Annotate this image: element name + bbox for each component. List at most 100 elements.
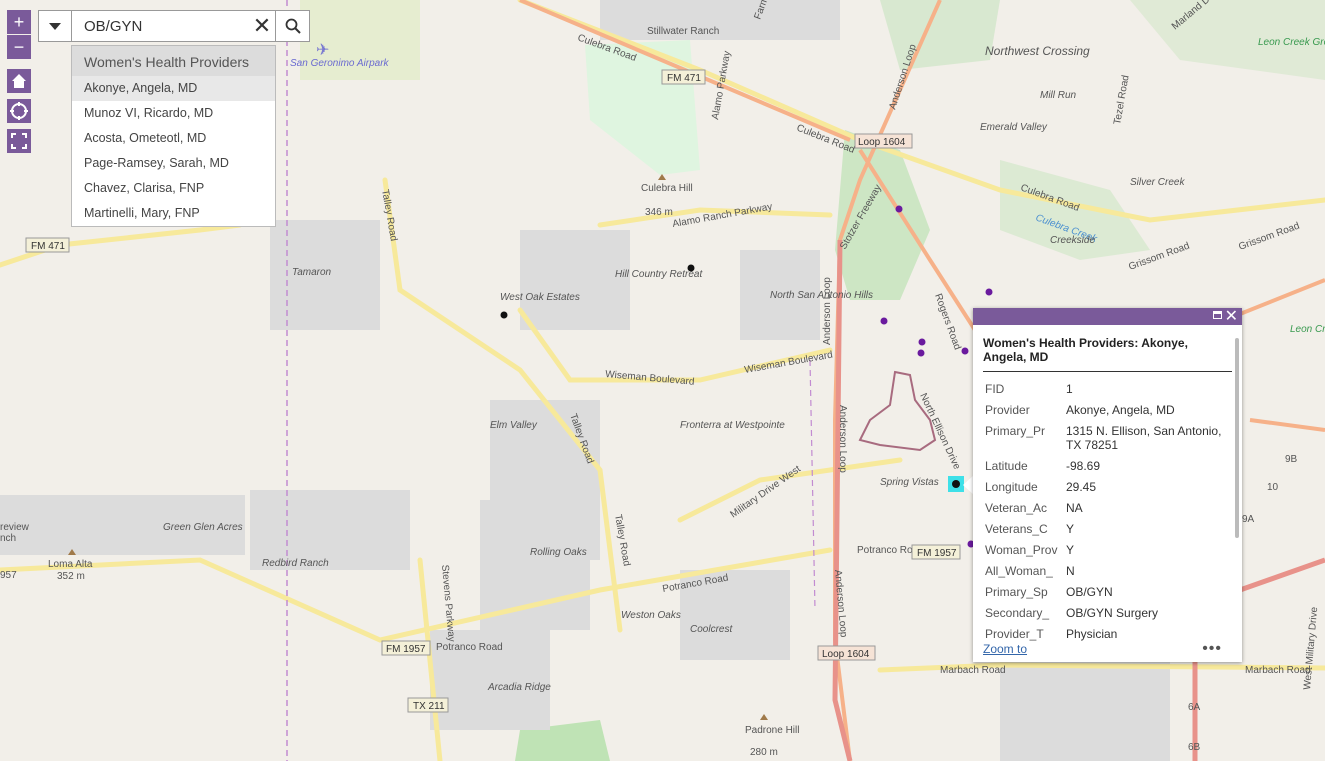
provider-point bbox=[500, 311, 508, 319]
map-label: Arcadia Ridge bbox=[487, 682, 551, 693]
attribute-value: OB/GYN Surgery bbox=[1066, 605, 1159, 620]
attribute-row: Primary_Sp OB/GYN bbox=[985, 581, 1232, 602]
attribute-row: Primary_Pr 1315 N. Ellison, San Antonio, … bbox=[985, 420, 1232, 455]
attribute-key: Primary_Sp bbox=[985, 584, 1048, 599]
map-label: Elm Valley bbox=[490, 420, 538, 431]
map-label: Fronterra at Westpointe bbox=[680, 420, 785, 431]
map-label: 9B bbox=[1285, 454, 1298, 465]
search-input[interactable]: OB/GYN bbox=[72, 18, 249, 35]
popup-title: Women's Health Providers: Akonye, Angela… bbox=[983, 336, 1232, 372]
attribute-key: Latitude bbox=[985, 458, 1028, 473]
zoom-in-button[interactable]: + bbox=[7, 10, 31, 34]
attribute-key: Veteran_Ac bbox=[985, 500, 1048, 515]
residential-block bbox=[600, 0, 840, 40]
map-label: review bbox=[0, 522, 30, 533]
map-label: Northwest Crossing bbox=[985, 44, 1090, 58]
home-button[interactable] bbox=[7, 69, 31, 93]
attribute-value: Y bbox=[1066, 521, 1075, 536]
map-label: Coolcrest bbox=[690, 624, 733, 635]
popup-attributes: FID 1 Provider Akonye, Angela, MD Primary_… bbox=[985, 378, 1232, 644]
provider-point bbox=[917, 349, 925, 357]
attribute-row: Secondary_ OB/GYN Surgery bbox=[985, 602, 1232, 623]
clear-search-button[interactable]: ✕ bbox=[249, 13, 275, 39]
map-label: Weston Oaks bbox=[621, 610, 681, 621]
provider-point bbox=[961, 347, 969, 355]
map-label: Leon Creek Greenway bbox=[1290, 324, 1325, 335]
suggestion-item[interactable]: Page-Ramsey, Sarah, MD bbox=[72, 151, 275, 176]
airport-icon: ✈ bbox=[316, 42, 329, 59]
map-label: Mill Run bbox=[1040, 90, 1077, 101]
attribute-row: Woman_Prov Y bbox=[985, 539, 1232, 560]
map-label: 280 m bbox=[750, 747, 778, 758]
map-label: 352 m bbox=[57, 571, 85, 582]
close-icon[interactable]: ✕ bbox=[1225, 306, 1238, 326]
road-shield-fm471: FM 471 bbox=[31, 241, 65, 252]
map-label: 6B bbox=[1188, 742, 1201, 753]
locate-button[interactable] bbox=[7, 99, 31, 123]
search-button[interactable] bbox=[275, 11, 309, 41]
attribute-key: Provider_T bbox=[985, 626, 1044, 641]
zoom-out-button[interactable]: − bbox=[7, 35, 31, 59]
maximize-icon[interactable] bbox=[1213, 311, 1222, 319]
provider-point bbox=[880, 317, 888, 325]
search-box: OB/GYN ✕ bbox=[38, 10, 310, 42]
map-label: West Oak Estates bbox=[500, 292, 580, 303]
attribute-value: Physician bbox=[1066, 626, 1118, 641]
suggestion-item[interactable]: Chavez, Clarisa, FNP bbox=[72, 176, 275, 201]
map-label: Creekside bbox=[1050, 235, 1095, 246]
attribute-value: 1 bbox=[1066, 381, 1073, 396]
fullscreen-button[interactable] bbox=[7, 129, 31, 153]
attribute-value: Akonye, Angela, MD bbox=[1066, 402, 1175, 417]
map-label: 6A bbox=[1188, 702, 1201, 713]
map-label: Loma Alta bbox=[48, 559, 93, 570]
map-label: nch bbox=[0, 533, 16, 544]
attribute-row: Veterans_C Y bbox=[985, 518, 1232, 539]
suggestion-item[interactable]: Martinelli, Mary, FNP bbox=[72, 201, 275, 226]
popup-scrollbar[interactable] bbox=[1235, 338, 1239, 538]
map-label: Hill Country Retreat bbox=[615, 269, 703, 280]
attribute-value: 1315 N. Ellison, San Antonio, TX 78251 bbox=[1066, 423, 1222, 452]
map-label: Stillwater Ranch bbox=[647, 26, 719, 37]
map-label: Silver Creek bbox=[1130, 177, 1185, 188]
suggestion-item[interactable]: Acosta, Ometeotl, MD bbox=[72, 126, 275, 151]
attribute-key: Longitude bbox=[985, 479, 1038, 494]
map-label: Marbach Road bbox=[1245, 665, 1311, 676]
residential-block bbox=[1000, 660, 1170, 761]
popup-titlebar: ✕ bbox=[973, 308, 1242, 325]
residential-block bbox=[520, 230, 630, 330]
map-label: San Geronimo Airpark bbox=[290, 58, 390, 69]
map-label: Culebra Hill bbox=[641, 183, 693, 194]
map-label: Leon Creek Greenway bbox=[1258, 37, 1325, 48]
attribute-value: OB/GYN bbox=[1066, 584, 1113, 599]
map-label: Padrone Hill bbox=[745, 725, 799, 736]
attribute-value: N bbox=[1066, 563, 1075, 578]
attribute-key: All_Woman_ bbox=[985, 563, 1053, 578]
attribute-row: Veteran_Ac NA bbox=[985, 497, 1232, 518]
chevron-down-icon bbox=[49, 22, 61, 30]
attribute-row: FID 1 bbox=[985, 378, 1232, 399]
suggestion-group-header: Women's Health Providers bbox=[72, 46, 275, 76]
attribute-key: Primary_Pr bbox=[985, 423, 1046, 438]
attribute-key: Veterans_C bbox=[985, 521, 1048, 536]
search-icon bbox=[285, 18, 301, 34]
home-icon bbox=[12, 74, 26, 88]
map-label: 957 bbox=[0, 570, 17, 581]
attribute-row: Longitude 29.45 bbox=[985, 476, 1232, 497]
provider-point bbox=[895, 205, 903, 213]
attribute-row: Provider_T Physician bbox=[985, 623, 1232, 644]
more-actions-button[interactable]: ••• bbox=[1202, 640, 1222, 658]
search-suggestions: Women's Health Providers Akonye, Angela,… bbox=[71, 45, 276, 227]
selected-provider-point bbox=[952, 480, 960, 488]
road-shield-loop1604: Loop 1604 bbox=[822, 649, 870, 660]
attribute-value: -98.69 bbox=[1066, 458, 1101, 473]
attribute-row: Latitude -98.69 bbox=[985, 455, 1232, 476]
search-source-dropdown[interactable] bbox=[39, 11, 72, 41]
suggestion-item[interactable]: Akonye, Angela, MD bbox=[72, 76, 275, 101]
zoom-to-link[interactable]: Zoom to bbox=[983, 642, 1027, 656]
map-label: Green Glen Acres bbox=[163, 522, 243, 533]
map-label: Marbach Road bbox=[940, 665, 1006, 676]
suggestion-item[interactable]: Munoz VI, Ricardo, MD bbox=[72, 101, 275, 126]
road-shield-fm471: FM 471 bbox=[667, 73, 701, 84]
fullscreen-icon bbox=[11, 133, 27, 149]
map-label: Potranco Road bbox=[436, 642, 503, 653]
